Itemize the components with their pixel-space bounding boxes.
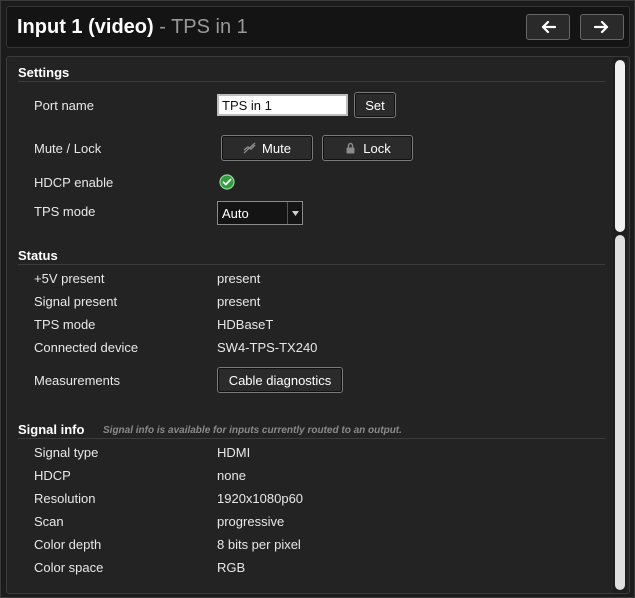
status-row-label: TPS mode <box>34 317 96 332</box>
signal-row-value: RGB <box>217 560 246 575</box>
status-row-value: HDBaseT <box>217 317 274 332</box>
status-row-value: SW4-TPS-TX240 <box>217 340 318 355</box>
input-window: Input 1 (video) - TPS in 1 Settings Port… <box>0 0 635 598</box>
tps-mode-select[interactable]: Auto <box>217 201 303 225</box>
signal-row-label: HDCP <box>34 468 71 483</box>
cable-diagnostics-button[interactable]: Cable diagnostics <box>217 367 343 393</box>
signal-info-note: Signal info is available for inputs curr… <box>103 425 402 436</box>
signal-row-value: 8 bits per pixel <box>217 537 301 552</box>
set-button[interactable]: Set <box>354 92 396 118</box>
port-name-input[interactable] <box>217 94 348 116</box>
signal-row-value: none <box>217 468 246 483</box>
mute-lock-label: Mute / Lock <box>34 141 102 156</box>
chevron-down-icon <box>287 202 302 224</box>
arrow-right-icon <box>594 20 609 34</box>
next-port-button[interactable] <box>580 14 624 40</box>
status-row-value: present <box>217 294 261 309</box>
title-main: Input 1 (video) <box>17 16 154 38</box>
signal-info-section-title: Signal info <box>18 422 85 437</box>
status-row-label: Signal present <box>34 294 118 309</box>
settings-divider <box>18 81 605 82</box>
signal-row-label: Color depth <box>34 537 102 552</box>
status-row-label: Connected device <box>34 340 139 355</box>
settings-section-title: Settings <box>18 65 70 80</box>
signal-row-label: Color space <box>34 560 104 575</box>
status-divider <box>18 264 605 265</box>
mute-icon <box>243 142 256 154</box>
arrow-left-icon <box>541 20 556 34</box>
scrollbar-track[interactable] <box>615 235 625 590</box>
tps-mode-selected-value: Auto <box>222 206 249 221</box>
signal-row-label: Resolution <box>34 491 96 506</box>
previous-port-button[interactable] <box>526 14 570 40</box>
signal-info-divider <box>18 438 605 439</box>
mute-button-label: Mute <box>262 140 291 156</box>
mute-button[interactable]: Mute <box>221 135 313 161</box>
window-header: Input 1 (video) - TPS in 1 <box>6 6 630 48</box>
tps-mode-setting-label: TPS mode <box>34 204 96 219</box>
hdcp-enable-label: HDCP enable <box>34 175 114 190</box>
signal-row-value: progressive <box>217 514 285 529</box>
status-row-value: present <box>217 271 261 286</box>
lock-button-label: Lock <box>363 140 391 156</box>
measurements-label: Measurements <box>34 373 120 388</box>
lock-button[interactable]: Lock <box>322 135 413 161</box>
signal-row-label: Scan <box>34 514 64 529</box>
status-section-title: Status <box>18 248 58 263</box>
vertical-scrollbar[interactable] <box>613 57 627 593</box>
lock-icon <box>344 142 357 154</box>
page-title: Input 1 (video) - TPS in 1 <box>17 16 248 39</box>
title-subtitle: TPS in 1 <box>171 16 248 38</box>
port-name-label: Port name <box>34 98 94 113</box>
check-circle-icon[interactable] <box>219 174 235 190</box>
content-panel: Settings Port name Set Mute / Lock Mute … <box>6 56 630 594</box>
status-row-label: +5V present <box>34 271 105 286</box>
title-separator: - <box>153 16 172 38</box>
signal-row-value: HDMI <box>217 445 251 460</box>
signal-row-value: 1920x1080p60 <box>217 491 304 506</box>
signal-row-label: Signal type <box>34 445 99 460</box>
scrollbar-thumb[interactable] <box>615 60 625 232</box>
